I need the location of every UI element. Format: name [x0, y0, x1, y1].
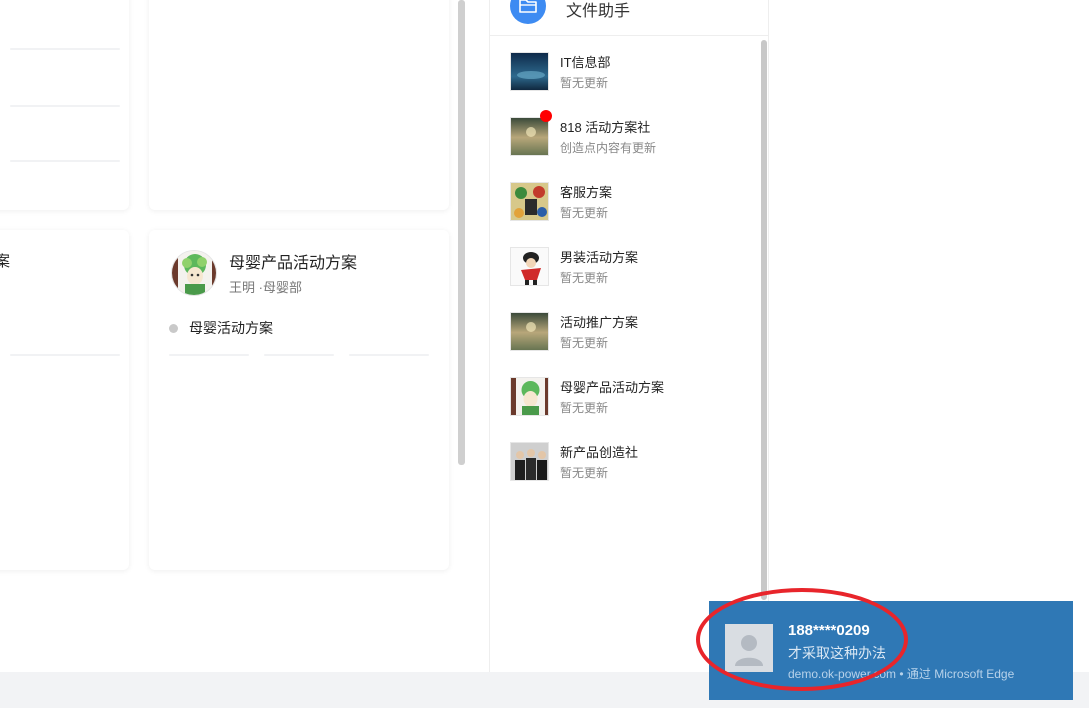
conversation-item[interactable]: 818 活动方案社 创造点内容有更新 [510, 110, 750, 157]
file-assistant-header[interactable]: 文件助手 [490, 0, 769, 36]
group-card-muying[interactable]: 母婴产品活动方案 王明 ·母婴部 母婴活动方案 [149, 230, 449, 570]
card-title-partial: 案 [0, 253, 11, 270]
landscape-thumbnail [510, 312, 549, 351]
conversation-name: IT信息部 [560, 55, 611, 70]
conversation-name: 新产品创造社 [560, 445, 639, 460]
conversation-status: 暂无更新 [560, 466, 609, 480]
conversation-scrollbar[interactable] [761, 40, 767, 600]
conversation-item[interactable]: 活动推广方案 暂无更新 [510, 312, 750, 352]
group-card-left-top[interactable] [0, 0, 129, 210]
cartoon-thumbnail [510, 182, 549, 221]
conversation-item[interactable]: 男装活动方案 暂无更新 [510, 247, 750, 287]
conversation-name: 818 活动方案社 [560, 120, 651, 135]
cartoon-character-thumbnail [510, 247, 549, 286]
conversation-name: 男装活动方案 [560, 250, 639, 265]
conversation-panel: 文件助手 IT信息部 暂无更新 818 活动方案社 创造点内容有更新 客服方案 … [489, 0, 769, 672]
card-author: 王明 ·母婴部 [229, 280, 302, 295]
conversation-item[interactable]: 母婴产品活动方案 暂无更新 [510, 377, 750, 417]
plan-list-item[interactable]: 母婴活动方案 [169, 318, 273, 338]
group-card-right-top[interactable] [149, 0, 449, 210]
conversation-name: 客服方案 [560, 185, 613, 200]
night-sky-thumbnail [510, 52, 549, 91]
group-card-left-bottom[interactable]: 案 [0, 230, 129, 570]
plant-head-avatar [171, 250, 217, 296]
unread-badge [540, 110, 552, 122]
conversation-status: 暂无更新 [560, 271, 609, 285]
conversation-status: 暂无更新 [560, 336, 609, 350]
conversation-name: 母婴产品活动方案 [560, 380, 665, 395]
bullet-dot-icon [169, 323, 178, 333]
file-assistant-title: 文件助手 [566, 3, 631, 20]
plan-item-label: 母婴活动方案 [189, 320, 273, 336]
conversation-status: 暂无更新 [560, 401, 609, 415]
plant-head-avatar-thumbnail [510, 377, 549, 416]
conversation-status: 暂无更新 [560, 206, 609, 220]
folder-icon [510, 0, 546, 24]
main-scrollbar[interactable] [458, 0, 465, 465]
conversation-item[interactable]: 客服方案 暂无更新 [510, 182, 750, 222]
annotation-ellipse [696, 588, 908, 691]
group-photo-thumbnail [510, 442, 549, 481]
conversation-item[interactable]: IT信息部 暂无更新 [510, 52, 750, 92]
conversation-item[interactable]: 新产品创造社 暂无更新 [510, 442, 750, 482]
conversation-name: 活动推广方案 [560, 315, 639, 330]
conversation-status: 暂无更新 [560, 76, 609, 90]
conversation-status: 创造点内容有更新 [560, 141, 657, 155]
card-title[interactable]: 母婴产品活动方案 [229, 249, 357, 273]
landscape-thumbnail [510, 117, 549, 156]
